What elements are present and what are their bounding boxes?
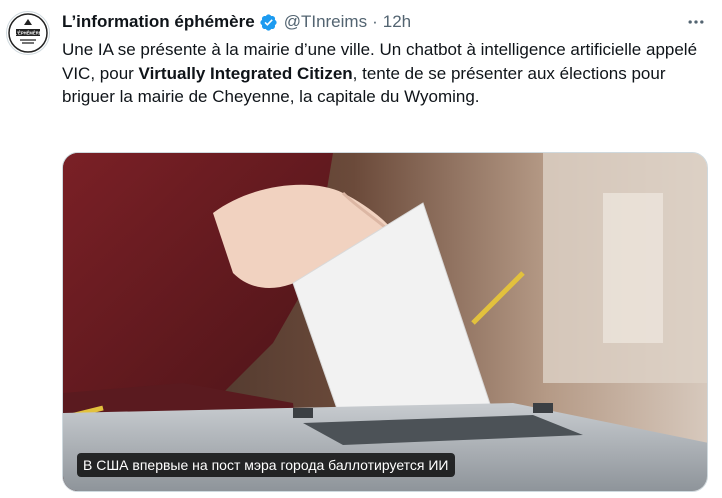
- author-handle[interactable]: @TInreims: [284, 12, 367, 32]
- avatar[interactable]: L'ÉPHÉMÈRE: [6, 11, 50, 55]
- separator-dot: ·: [372, 12, 378, 31]
- media-caption: В США впервые на пост мэра города баллот…: [77, 453, 455, 477]
- verified-badge-icon: [259, 13, 278, 32]
- tweet-text: Une IA se présente à la mairie d’une vil…: [62, 38, 702, 109]
- tweet-timestamp[interactable]: 12h: [383, 12, 411, 32]
- tweet-media-image[interactable]: В США впервые на пост мэра города баллот…: [62, 152, 708, 492]
- ballot-photo: [63, 153, 707, 491]
- more-options-icon[interactable]: [684, 10, 708, 34]
- author-name[interactable]: L’information éphémère: [62, 12, 255, 32]
- tweet-header: L’information éphémère @TInreims · 12h: [62, 10, 411, 34]
- tweet-text-bold: Virtually Integrated Citizen: [138, 63, 353, 83]
- avatar-logo: L'ÉPHÉMÈRE: [8, 13, 48, 53]
- avatar-logo-text: L'ÉPHÉMÈRE: [14, 31, 41, 36]
